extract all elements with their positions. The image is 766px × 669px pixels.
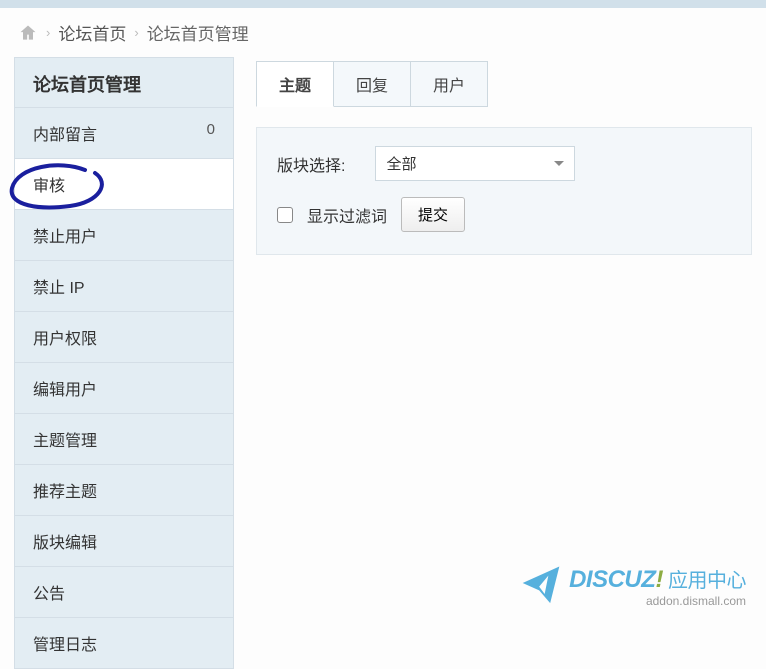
sidebar: 论坛首页管理 内部留言 0 审核 禁止用户 禁止 IP 用户权限 编辑用户 主题: [14, 57, 234, 669]
filter-panel: 版块选择: 全部 显示过滤词 提交: [256, 127, 752, 255]
sidebar-item-label: 版块编辑: [33, 529, 97, 553]
sidebar-item-label: 编辑用户: [33, 376, 97, 400]
sidebar-item-label: 推荐主题: [33, 478, 97, 502]
sidebar-item-user-perm[interactable]: 用户权限: [15, 311, 233, 362]
tab-label: 主题: [279, 78, 311, 95]
paper-plane-icon: [519, 561, 563, 610]
chevron-right-icon: ›: [134, 25, 138, 40]
chevron-right-icon: ›: [46, 25, 50, 40]
show-filter-checkbox[interactable]: [277, 207, 293, 223]
watermark-brand: DISCUZ! 应用中心: [569, 564, 746, 594]
sidebar-item-edit-user[interactable]: 编辑用户: [15, 362, 233, 413]
sidebar-item-label: 管理日志: [33, 631, 97, 655]
sidebar-item-ban-ip[interactable]: 禁止 IP: [15, 260, 233, 311]
sidebar-item-ban-user[interactable]: 禁止用户: [15, 209, 233, 260]
sidebar-item-forum-edit[interactable]: 版块编辑: [15, 515, 233, 566]
breadcrumb-current: 论坛首页管理: [147, 20, 249, 45]
sidebar-item-badge: 0: [207, 121, 215, 145]
watermark-subtext: addon.dismall.com: [569, 594, 746, 608]
sidebar-item-label: 禁止 IP: [33, 274, 85, 298]
sidebar-item-label: 主题管理: [33, 427, 97, 451]
breadcrumb-link-forum[interactable]: 论坛首页: [58, 20, 126, 45]
forum-select-label: 版块选择:: [277, 152, 345, 176]
sidebar-item-label: 内部留言: [33, 121, 97, 145]
tab-label: 用户: [433, 78, 465, 95]
watermark: DISCUZ! 应用中心 addon.dismall.com: [519, 561, 746, 610]
top-strip: [0, 0, 766, 8]
sidebar-item-admin-log[interactable]: 管理日志: [15, 617, 233, 668]
sidebar-item-announcement[interactable]: 公告: [15, 566, 233, 617]
sidebar-item-label: 禁止用户: [33, 223, 97, 247]
submit-button[interactable]: 提交: [401, 197, 465, 232]
breadcrumb: › 论坛首页 › 论坛首页管理: [0, 8, 766, 57]
sidebar-item-recommend-topic[interactable]: 推荐主题: [15, 464, 233, 515]
sidebar-item-audit[interactable]: 审核: [15, 158, 233, 209]
home-icon[interactable]: [18, 22, 38, 43]
sidebar-list: 内部留言 0 审核 禁止用户 禁止 IP 用户权限 编辑用户 主题管理 推荐: [15, 107, 233, 668]
forum-select-value: 全部: [386, 153, 416, 174]
tab-label: 回复: [356, 78, 388, 95]
tab-user[interactable]: 用户: [410, 61, 488, 107]
sidebar-item-label: 公告: [33, 580, 65, 604]
sidebar-item-label: 审核: [33, 172, 65, 196]
sidebar-item-internal-message[interactable]: 内部留言 0: [15, 107, 233, 158]
sidebar-item-label: 用户权限: [33, 325, 97, 349]
forum-select[interactable]: 全部: [375, 146, 575, 181]
caret-down-icon: [554, 161, 564, 166]
show-filter-label: 显示过滤词: [307, 203, 387, 227]
sidebar-title: 论坛首页管理: [15, 58, 233, 107]
tab-reply[interactable]: 回复: [333, 61, 411, 107]
tabs: 主题 回复 用户: [256, 61, 752, 107]
sidebar-item-topic-mgmt[interactable]: 主题管理: [15, 413, 233, 464]
tab-topic[interactable]: 主题: [256, 61, 334, 107]
